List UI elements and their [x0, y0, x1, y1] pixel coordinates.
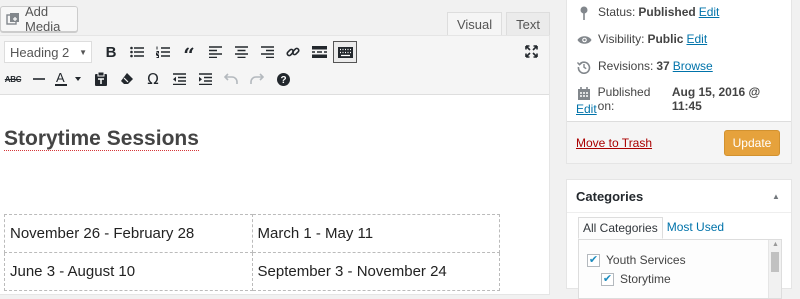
bulleted-list-icon[interactable] [124, 40, 150, 64]
media-icon [6, 12, 20, 26]
revisions-row: Revisions: 37 Browse [576, 59, 713, 75]
sessions-table: November 26 - February 28 March 1 - May … [4, 214, 500, 291]
svg-text:?: ? [280, 75, 286, 86]
link-icon[interactable] [280, 40, 306, 64]
add-media-button[interactable]: Add Media [0, 4, 78, 34]
editor-box: Heading 2 ▼ B “ ABC A Ω ? Storytime Sess… [0, 35, 550, 295]
content-heading: Storytime Sessions [4, 127, 199, 151]
increase-indent-icon[interactable] [192, 67, 218, 91]
table-cell[interactable]: November 26 - February 28 [4, 214, 253, 253]
help-icon[interactable]: ? [270, 67, 296, 91]
post-editor: Add Media Visual Text Heading 2 ▼ B “ AB… [0, 0, 550, 295]
numbered-list-icon[interactable] [150, 40, 176, 64]
paste-as-text-icon[interactable] [88, 67, 114, 91]
collapse-arrow-icon[interactable]: ▲ [761, 180, 791, 213]
table-cell[interactable]: March 1 - May 11 [251, 214, 500, 253]
blockquote-icon[interactable]: “ [176, 40, 202, 65]
move-to-trash-link[interactable]: Move to Trash [576, 136, 652, 150]
eye-icon [576, 32, 592, 48]
publish-box: Status: Published Edit Visibility: Publi… [566, 0, 792, 164]
categories-header[interactable]: Categories ▲ [567, 180, 791, 213]
tab-all-categories[interactable]: All Categories [578, 217, 663, 239]
visibility-edit-link[interactable]: Edit [686, 32, 707, 46]
chevron-down-icon: ▼ [79, 47, 87, 57]
toolbar-toggle-icon[interactable] [333, 41, 357, 63]
table-cell[interactable]: June 3 - August 10 [4, 252, 253, 291]
published-on-label: Published on: [597, 85, 651, 113]
pin-icon [576, 5, 592, 21]
category-label: Youth Services [606, 253, 686, 267]
published-on-edit-link[interactable]: Edit [576, 102, 597, 116]
status-label: Status: [598, 5, 636, 19]
scrollbar-thumb[interactable] [771, 252, 779, 272]
published-on-row: Published on: Aug 15, 2016 @ 11:45 [576, 85, 791, 113]
categories-tabs: All Categories Most Used [578, 217, 728, 239]
strikethrough-icon[interactable]: ABC [0, 67, 26, 91]
status-edit-link[interactable]: Edit [699, 5, 720, 19]
redo-icon[interactable] [244, 67, 270, 91]
clear-formatting-icon[interactable] [114, 67, 140, 91]
visibility-row: Visibility: Public Edit [576, 32, 707, 48]
categories-box: Categories ▲ All Categories Most Used ✔ … [566, 179, 792, 299]
editor-mode-tabs: Visual Text [443, 12, 550, 36]
svg-text:A: A [56, 71, 65, 85]
visibility-label: Visibility: [598, 32, 645, 46]
format-select[interactable]: Heading 2 ▼ [4, 41, 92, 63]
align-left-icon[interactable] [202, 40, 228, 64]
decrease-indent-icon[interactable] [166, 67, 192, 91]
category-checklist: ✔ Youth Services ✔ Storytime ▲ [578, 239, 782, 299]
visibility-value: Public [647, 32, 684, 46]
revisions-value: 37 [656, 59, 670, 73]
category-item-youth-services: ✔ Youth Services [587, 253, 686, 267]
revisions-label: Revisions: [598, 59, 654, 73]
align-center-icon[interactable] [228, 40, 254, 64]
publish-actions: Move to Trash Update [567, 121, 791, 163]
browse-revisions-link[interactable]: Browse [673, 59, 713, 73]
fullscreen-expand-icon[interactable] [519, 41, 543, 61]
add-media-label: Add Media [25, 4, 61, 34]
special-character-icon[interactable]: Ω [140, 67, 166, 91]
checkbox[interactable]: ✔ [587, 253, 600, 267]
calendar-icon [576, 85, 592, 101]
toolbar-row-2: ABC A Ω ? [0, 66, 296, 92]
text-color-icon[interactable]: A [52, 67, 88, 91]
heading-text: Storytime Sessions [4, 127, 199, 151]
read-more-icon[interactable] [306, 40, 332, 64]
published-on-value: Aug 15, 2016 @ 11:45 [671, 85, 761, 113]
history-icon [576, 59, 592, 75]
tab-text[interactable]: Text [506, 12, 550, 36]
status-value: Published [638, 5, 696, 19]
format-select-value: Heading 2 [10, 44, 70, 60]
tab-most-used[interactable]: Most Used [663, 217, 728, 239]
editor-toolbar: Heading 2 ▼ B “ ABC A Ω ? [0, 36, 549, 95]
scroll-up-arrow-icon[interactable]: ▲ [772, 241, 779, 248]
table-row: November 26 - February 28 March 1 - May … [4, 214, 500, 253]
bold-icon[interactable]: B [98, 40, 124, 64]
checklist-scrollbar[interactable]: ▲ [768, 240, 781, 298]
table-row: June 3 - August 10 September 3 - Novembe… [4, 252, 500, 291]
table-cell[interactable]: September 3 - November 24 [251, 252, 500, 291]
update-button[interactable]: Update [724, 130, 780, 156]
status-row: Status: Published Edit [576, 5, 719, 21]
undo-icon[interactable] [218, 67, 244, 91]
horizontal-line-icon[interactable] [26, 67, 52, 91]
tab-visual[interactable]: Visual [446, 12, 503, 36]
align-right-icon[interactable] [254, 40, 280, 64]
categories-title: Categories [576, 188, 644, 204]
toolbar-row-1: Heading 2 ▼ B “ [0, 39, 358, 65]
